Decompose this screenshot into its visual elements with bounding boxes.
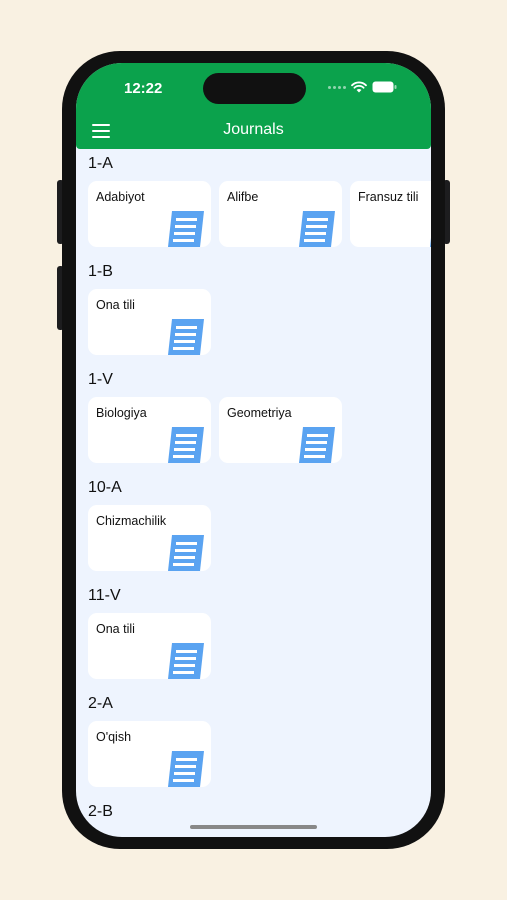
- journal-section: 1-A Adabiyot Alifbe Fransuz tili: [76, 149, 431, 257]
- journal-section: 1-B Ona tili: [76, 257, 431, 365]
- journal-card[interactable]: Ona tili: [88, 613, 211, 679]
- journal-card-label: Chizmachilik: [96, 514, 167, 528]
- status-icons: [328, 81, 397, 93]
- document-icon: [167, 535, 205, 571]
- document-icon: [167, 751, 205, 787]
- journals-list[interactable]: 1-A Adabiyot Alifbe Fransuz tili 1-B Ona tili…: [76, 149, 431, 837]
- journal-section: 10-A Chizmachilik: [76, 473, 431, 581]
- journal-card[interactable]: Chizmachilik: [88, 505, 211, 571]
- section-title: 1-A: [88, 155, 113, 172]
- journal-card[interactable]: Ona tili: [88, 289, 211, 355]
- home-indicator[interactable]: [190, 825, 317, 829]
- signal-icon: [328, 85, 346, 89]
- document-icon: [298, 211, 336, 247]
- journal-section: 11-V Ona tili: [76, 581, 431, 689]
- document-icon: [298, 427, 336, 463]
- screen: 12:22 Journals 1-A Adabiyot Alifbe Fransuz: [76, 63, 431, 837]
- section-title: 11-V: [88, 587, 121, 604]
- document-icon: [167, 427, 205, 463]
- journal-section: 1-V Biologiya Geometriya: [76, 365, 431, 473]
- section-title: 2-A: [88, 695, 113, 712]
- section-title: 2-B: [88, 803, 113, 820]
- status-time: 12:22: [124, 80, 163, 97]
- document-icon: [167, 643, 205, 679]
- journal-card-label: Fransuz tili: [358, 190, 419, 204]
- journal-section: 2-A O'qish: [76, 689, 431, 797]
- journal-section: 2-B: [76, 797, 431, 837]
- wifi-icon: [351, 81, 367, 93]
- journal-card-label: O'qish: [96, 730, 132, 744]
- journal-card-label: Ona tili: [96, 298, 135, 312]
- section-title: 1-B: [88, 263, 113, 280]
- journal-card-label: Ona tili: [96, 622, 135, 636]
- page-title: Journals: [223, 121, 284, 138]
- journal-card[interactable]: O'qish: [88, 721, 211, 787]
- app-header: 12:22 Journals: [76, 63, 431, 149]
- journal-card[interactable]: Biologiya: [88, 397, 211, 463]
- section-title: 1-V: [88, 371, 113, 388]
- journal-card-label: Alifbe: [227, 190, 259, 204]
- battery-icon: [372, 81, 397, 93]
- journal-card-label: Adabiyot: [96, 190, 145, 204]
- section-title: 10-A: [88, 479, 122, 496]
- phone-frame: 12:22 Journals 1-A Adabiyot Alifbe Fransuz: [62, 51, 445, 849]
- journal-card[interactable]: Fransuz tili: [350, 181, 431, 247]
- document-icon: [429, 211, 431, 247]
- dynamic-island: [203, 73, 306, 104]
- journal-card[interactable]: Adabiyot: [88, 181, 211, 247]
- journal-card[interactable]: Geometriya: [219, 397, 342, 463]
- journal-card-label: Biologiya: [96, 406, 147, 420]
- document-icon: [167, 319, 205, 355]
- document-icon: [167, 211, 205, 247]
- journal-card[interactable]: Alifbe: [219, 181, 342, 247]
- journal-card-label: Geometriya: [227, 406, 292, 420]
